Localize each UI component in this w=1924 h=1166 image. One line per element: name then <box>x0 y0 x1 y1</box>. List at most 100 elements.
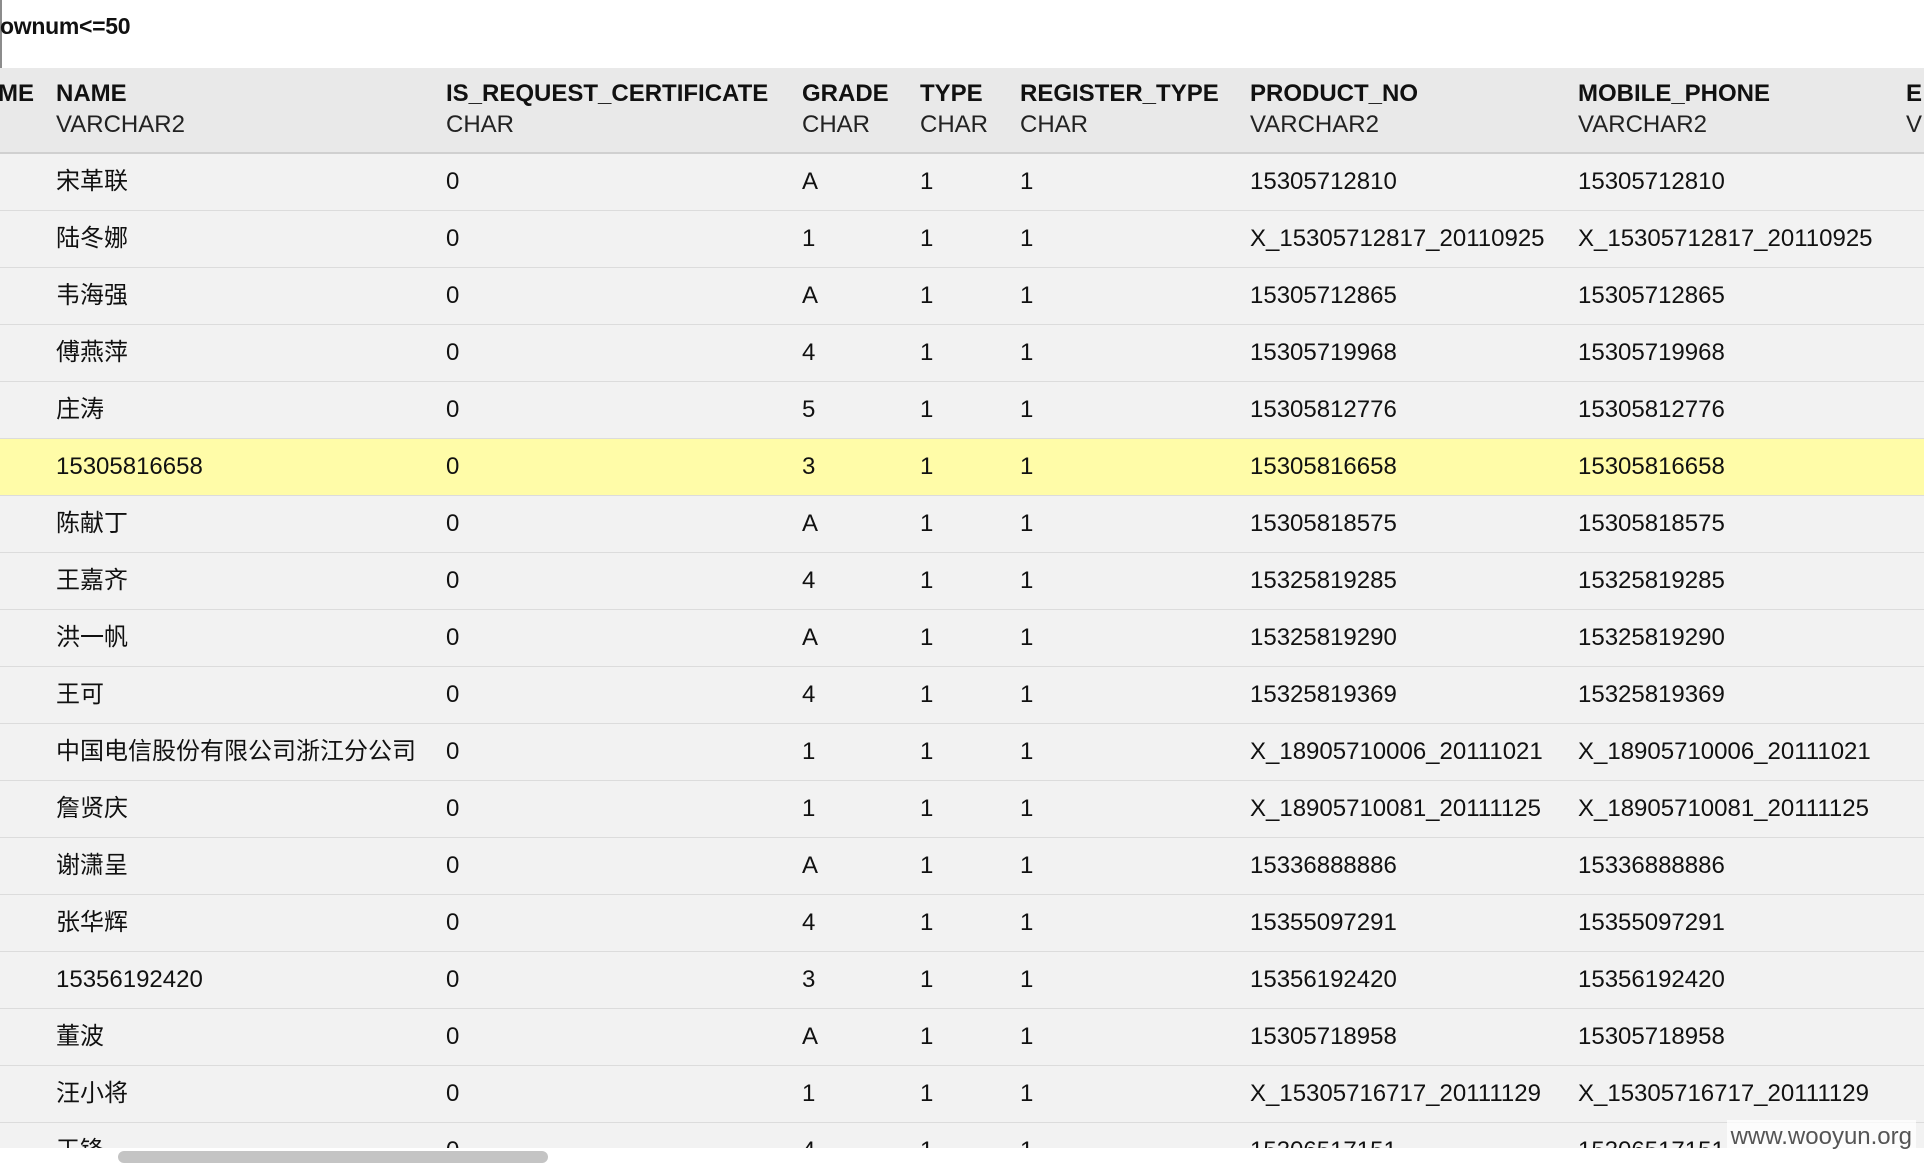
cell-register-type[interactable]: 1 <box>1020 1123 1033 1148</box>
cell-is-request-certificate[interactable]: 0 <box>446 553 459 609</box>
table-row[interactable]: 汪小将 0 1 1 1 X_15305716717_20111129 X_153057167… <box>0 1066 1924 1123</box>
cell-grade[interactable]: 1 <box>802 211 815 267</box>
cell-type[interactable]: 1 <box>920 382 933 438</box>
cell-is-request-certificate[interactable]: 0 <box>446 496 459 552</box>
cell-mobile-phone[interactable]: 15305712865 <box>1578 268 1725 324</box>
cell-grade[interactable]: A <box>802 610 818 666</box>
cell-product-no[interactable]: 15305712865 <box>1250 268 1397 324</box>
table-row[interactable]: 中国电信股份有限公司浙江分公司 0 1 1 1 X_18905710006_2011102… <box>0 724 1924 781</box>
cell-register-type[interactable]: 1 <box>1020 1009 1033 1065</box>
cell-product-no[interactable]: X_18905710006_20111021 <box>1250 724 1543 780</box>
cell-product-no[interactable]: X_18905710081_20111125 <box>1250 781 1541 837</box>
cell-grade[interactable]: 3 <box>802 439 815 495</box>
column-header-register-type[interactable]: REGISTER_TYPE CHAR <box>1020 78 1219 140</box>
cell-name[interactable]: 韦海强 <box>56 268 128 324</box>
cell-mobile-phone[interactable]: 15325819285 <box>1578 553 1725 609</box>
cell-type[interactable]: 1 <box>920 667 933 723</box>
cell-name[interactable]: 董波 <box>56 1009 104 1065</box>
cell-name[interactable]: 陈献丁 <box>56 496 128 552</box>
result-grid[interactable]: ME NAME VARCHAR2 IS_REQUEST_CERTIFICATE … <box>0 68 1924 1148</box>
cell-register-type[interactable]: 1 <box>1020 895 1033 951</box>
cell-name[interactable]: 庄涛 <box>56 382 104 438</box>
cell-register-type[interactable]: 1 <box>1020 268 1033 324</box>
cell-mobile-phone[interactable]: 15336888886 <box>1578 838 1725 894</box>
cell-is-request-certificate[interactable]: 0 <box>446 838 459 894</box>
cell-is-request-certificate[interactable]: 0 <box>446 211 459 267</box>
cell-grade[interactable]: 1 <box>802 724 815 780</box>
cell-mobile-phone[interactable]: 15305818575 <box>1578 496 1725 552</box>
cell-product-no[interactable]: 15325819369 <box>1250 667 1397 723</box>
cell-product-no[interactable]: 15355097291 <box>1250 895 1397 951</box>
cell-grade[interactable]: A <box>802 496 818 552</box>
cell-grade[interactable]: 4 <box>802 553 815 609</box>
cell-type[interactable]: 1 <box>920 781 933 837</box>
cell-name[interactable]: 洪一帆 <box>56 610 128 666</box>
cell-grade[interactable]: A <box>802 154 818 210</box>
cell-is-request-certificate[interactable]: 0 <box>446 1066 459 1122</box>
table-row[interactable]: 谢潇呈 0 A 1 1 15336888886 15336888886 <box>0 838 1924 895</box>
cell-register-type[interactable]: 1 <box>1020 325 1033 381</box>
cell-is-request-certificate[interactable]: 0 <box>446 952 459 1008</box>
cell-name[interactable]: 中国电信股份有限公司浙江分公司 <box>56 724 416 780</box>
cell-name[interactable]: 张华辉 <box>56 895 128 951</box>
table-row[interactable]: 15305816658 0 3 1 1 15305816658 15305816658 <box>0 439 1924 496</box>
cell-name[interactable]: 15305816658 <box>56 439 203 495</box>
column-header-grade[interactable]: GRADE CHAR <box>802 78 889 140</box>
cell-name[interactable]: 詹贤庆 <box>56 781 128 837</box>
cell-mobile-phone[interactable]: X_18905710006_20111021 <box>1578 724 1871 780</box>
cell-type[interactable]: 1 <box>920 325 933 381</box>
cell-mobile-phone[interactable]: 15305712810 <box>1578 154 1725 210</box>
cell-grade[interactable]: A <box>802 268 818 324</box>
cell-grade[interactable]: 5 <box>802 382 815 438</box>
cell-mobile-phone[interactable]: 15325819369 <box>1578 667 1725 723</box>
cell-register-type[interactable]: 1 <box>1020 496 1033 552</box>
cell-type[interactable]: 1 <box>920 268 933 324</box>
cell-type[interactable]: 1 <box>920 439 933 495</box>
cell-is-request-certificate[interactable]: 0 <box>446 1009 459 1065</box>
column-header-is-request-certificate[interactable]: IS_REQUEST_CERTIFICATE CHAR <box>446 78 768 140</box>
column-header-clipped[interactable]: ME <box>0 78 34 109</box>
cell-mobile-phone[interactable]: 15305812776 <box>1578 382 1725 438</box>
cell-grade[interactable]: 4 <box>802 667 815 723</box>
cell-name[interactable]: 15356192420 <box>56 952 203 1008</box>
cell-grade[interactable]: 1 <box>802 781 815 837</box>
column-header-name[interactable]: NAME VARCHAR2 <box>56 78 185 140</box>
cell-product-no[interactable]: X_15305712817_20110925 <box>1250 211 1545 267</box>
cell-mobile-phone[interactable]: 15305816658 <box>1578 439 1725 495</box>
cell-is-request-certificate[interactable]: 0 <box>446 154 459 210</box>
cell-mobile-phone[interactable]: 15355097291 <box>1578 895 1725 951</box>
column-header-mobile-phone[interactable]: MOBILE_PHONE VARCHAR2 <box>1578 78 1770 140</box>
cell-is-request-certificate[interactable]: 0 <box>446 781 459 837</box>
cell-register-type[interactable]: 1 <box>1020 154 1033 210</box>
cell-grade[interactable]: A <box>802 838 818 894</box>
table-row[interactable]: 傅燕萍 0 4 1 1 15305719968 15305719968 <box>0 325 1924 382</box>
column-header-type[interactable]: TYPE CHAR <box>920 78 988 140</box>
table-row[interactable]: 王锋 0 4 1 1 15306517151 15306517151 <box>0 1123 1924 1148</box>
cell-grade[interactable]: 4 <box>802 325 815 381</box>
cell-is-request-certificate[interactable]: 0 <box>446 1123 459 1148</box>
cell-type[interactable]: 1 <box>920 1123 933 1148</box>
table-row[interactable]: 王嘉齐 0 4 1 1 15325819285 15325819285 <box>0 553 1924 610</box>
cell-register-type[interactable]: 1 <box>1020 382 1033 438</box>
cell-is-request-certificate[interactable]: 0 <box>446 325 459 381</box>
table-row[interactable]: 董波 0 A 1 1 15305718958 15305718958 <box>0 1009 1924 1066</box>
cell-mobile-phone[interactable]: 15356192420 <box>1578 952 1725 1008</box>
cell-product-no[interactable]: 15305712810 <box>1250 154 1397 210</box>
cell-type[interactable]: 1 <box>920 610 933 666</box>
cell-name[interactable]: 汪小将 <box>56 1066 128 1122</box>
cell-mobile-phone[interactable]: 15325819290 <box>1578 610 1725 666</box>
cell-type[interactable]: 1 <box>920 1066 933 1122</box>
cell-grade[interactable]: 1 <box>802 1066 815 1122</box>
horizontal-scrollbar[interactable] <box>0 1148 1924 1166</box>
cell-is-request-certificate[interactable]: 0 <box>446 667 459 723</box>
cell-product-no[interactable]: 15305719968 <box>1250 325 1397 381</box>
cell-name[interactable]: 宋革联 <box>56 154 128 210</box>
cell-product-no[interactable]: 15325819290 <box>1250 610 1397 666</box>
cell-is-request-certificate[interactable]: 0 <box>446 382 459 438</box>
cell-type[interactable]: 1 <box>920 838 933 894</box>
cell-type[interactable]: 1 <box>920 496 933 552</box>
cell-name[interactable]: 王嘉齐 <box>56 553 128 609</box>
cell-mobile-phone[interactable]: 15305718958 <box>1578 1009 1725 1065</box>
cell-product-no[interactable]: 15305812776 <box>1250 382 1397 438</box>
cell-register-type[interactable]: 1 <box>1020 838 1033 894</box>
